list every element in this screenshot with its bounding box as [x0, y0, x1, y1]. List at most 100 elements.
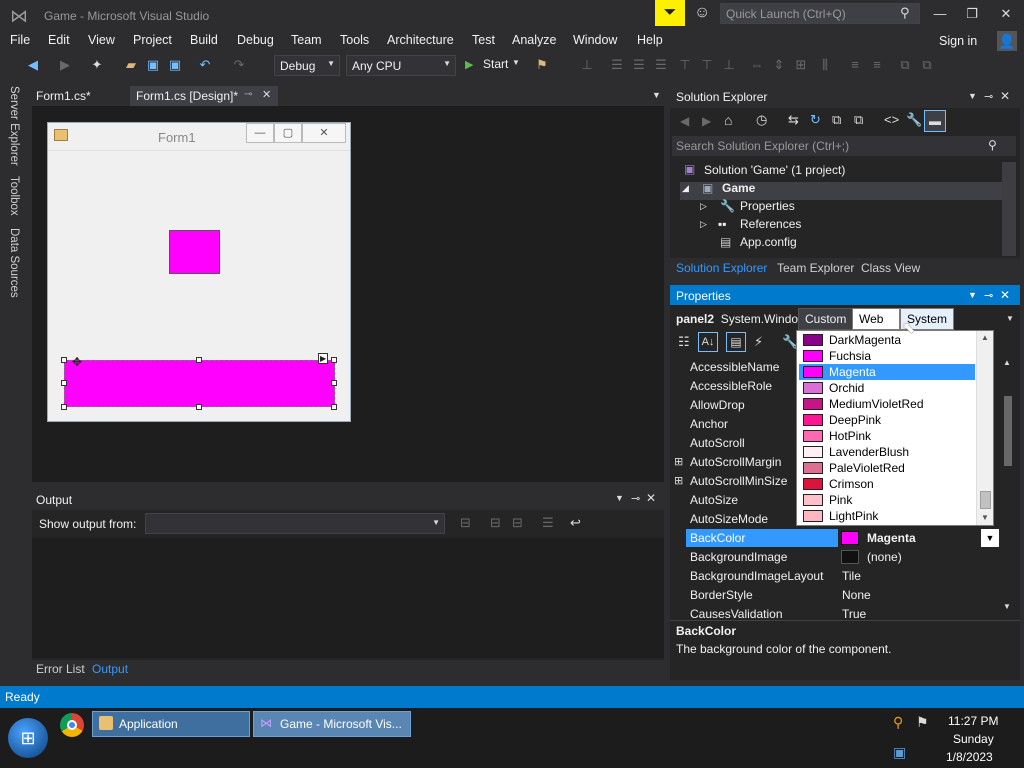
tree-item-references[interactable]: References [740, 217, 801, 231]
resize-handle[interactable] [331, 404, 337, 410]
sol-sync-icon[interactable]: ⇆ [788, 112, 799, 128]
resize-handle[interactable] [196, 357, 202, 363]
tab-form1-design[interactable]: Form1.cs [Design]* ⊸ ✕ [130, 86, 278, 106]
tab-output[interactable]: Output [92, 662, 128, 676]
sol-preview-icon[interactable]: ▬ [924, 110, 946, 132]
minimize-icon[interactable]: — [926, 4, 954, 24]
sol-back-icon[interactable]: ◀ [680, 114, 689, 128]
expand-properties-icon[interactable]: ▷ [700, 201, 707, 212]
background-image-value[interactable]: (none) [867, 550, 902, 564]
menu-help[interactable]: Help [637, 33, 663, 47]
prop-background-image[interactable]: BackgroundImage [690, 550, 787, 564]
network-tray-icon[interactable]: ▣ [893, 744, 906, 761]
panel2-selected[interactable] [64, 360, 335, 407]
tab-class-view[interactable]: Class View [861, 261, 920, 275]
border-style-value[interactable]: None [842, 588, 871, 602]
menu-build[interactable]: Build [190, 33, 218, 47]
start-play-icon[interactable]: ▶ [465, 58, 473, 71]
expand-auto-scroll-margin-icon[interactable]: ⊞ [674, 455, 683, 468]
menu-tools[interactable]: Tools [340, 33, 369, 47]
align-lefts-icon[interactable]: ☰ [608, 56, 626, 74]
sol-close-icon[interactable]: ✕ [1000, 89, 1010, 103]
object-dropdown-icon[interactable]: ▼ [1006, 314, 1014, 323]
prop-auto-size[interactable]: AutoSize [690, 493, 738, 507]
sol-home-icon[interactable]: ⌂ [724, 112, 732, 128]
menu-debug[interactable]: Debug [237, 33, 274, 47]
output-source-select[interactable]: ▼ [145, 513, 445, 534]
tab-close-icon[interactable]: ✕ [262, 88, 271, 101]
sol-menu-icon[interactable]: ▼ [968, 91, 977, 101]
taskbar-application[interactable]: Application [92, 711, 250, 737]
redo-icon[interactable]: ↷ [230, 56, 248, 74]
smart-tag-icon[interactable]: ▶ [318, 353, 329, 364]
sol-properties-icon[interactable]: 🔧 [906, 112, 922, 128]
tab-server-explorer[interactable]: Server Explorer [8, 86, 20, 166]
categorized-icon[interactable]: ☷ [678, 334, 690, 350]
sol-scrollbar[interactable] [1002, 162, 1016, 256]
flag-tray-icon[interactable]: ⚑ [916, 714, 929, 731]
user-avatar-icon[interactable]: 👤 [997, 31, 1017, 51]
color-item[interactable]: Pink [799, 492, 975, 508]
prop-auto-size-mode[interactable]: AutoSizeMode [690, 512, 768, 526]
next-message-icon[interactable]: ⊟ [512, 515, 523, 531]
props-close-icon[interactable]: ✕ [1000, 288, 1010, 302]
prop-accessible-name[interactable]: AccessibleName [690, 360, 779, 374]
color-item[interactable]: Orchid [799, 380, 975, 396]
center-horizontally-icon[interactable]: ≡ [868, 56, 886, 74]
windows-start-icon[interactable]: ⊞ [8, 718, 48, 758]
expand-game-icon[interactable]: ◢ [682, 183, 689, 194]
tab-form1-cs[interactable]: Form1.cs* [30, 86, 97, 106]
sol-refresh-icon[interactable]: ↻ [810, 112, 821, 128]
word-wrap-icon[interactable]: ↩ [570, 515, 581, 531]
prop-causes-validation[interactable]: CausesValidation [690, 607, 783, 619]
sign-in-link[interactable]: Sign in [939, 34, 977, 48]
color-tab-custom[interactable]: Custom [798, 308, 854, 330]
start-button[interactable]: Start [483, 57, 508, 71]
solution-search-input[interactable]: Search Solution Explorer (Ctrl+;) [672, 136, 1016, 156]
tab-data-sources[interactable]: Data Sources [8, 228, 20, 298]
resize-handle[interactable] [61, 357, 67, 363]
sol-pin-icon[interactable]: ⊸ [984, 90, 993, 103]
color-list[interactable]: DarkMagenta Fuchsia Magenta Orchid Mediu… [796, 330, 994, 526]
horizontal-spacing-icon[interactable]: ⫼ [816, 56, 834, 74]
prop-background-image-layout[interactable]: BackgroundImageLayout [690, 569, 823, 583]
sol-collapse-icon[interactable]: ⧉ [832, 112, 841, 128]
resize-handle[interactable] [196, 404, 202, 410]
tab-toolbox[interactable]: Toolbox [8, 176, 20, 216]
backcolor-dropdown-icon[interactable]: ▼ [981, 529, 999, 547]
sol-view-code-icon[interactable]: <> [884, 112, 899, 127]
menu-project[interactable]: Project [133, 33, 172, 47]
new-project-icon[interactable]: ✦ [88, 56, 106, 74]
color-item[interactable]: LightPink [799, 508, 975, 524]
save-all-icon[interactable]: ▣ [166, 56, 184, 74]
expand-auto-scroll-min-size-icon[interactable]: ⊞ [674, 474, 683, 487]
restore-icon[interactable]: ❐ [958, 4, 986, 24]
tree-item-app-config[interactable]: App.config [740, 235, 797, 249]
find-message-icon[interactable]: ⊟ [460, 515, 471, 531]
align-tops-icon[interactable]: ⊤ [676, 56, 694, 74]
sol-search-icon[interactable]: ⚲ [988, 138, 997, 152]
prev-message-icon[interactable]: ⊟ [490, 515, 501, 531]
color-item[interactable]: Fuchsia [799, 348, 975, 364]
resize-handle[interactable] [331, 357, 337, 363]
move-grip-icon[interactable]: ✥ [72, 355, 82, 369]
prop-border-style[interactable]: BorderStyle [690, 588, 753, 602]
tree-item-properties[interactable]: Properties [740, 199, 795, 213]
color-scroll-thumb[interactable] [980, 491, 991, 509]
properties-view-icon[interactable]: ▤ [726, 332, 746, 352]
background-image-layout-value[interactable]: Tile [842, 569, 861, 583]
props-scrollbar[interactable]: ▲ ▼ [1000, 356, 1016, 614]
menu-test[interactable]: Test [472, 33, 495, 47]
tab-team-explorer[interactable]: Team Explorer [777, 261, 854, 275]
prop-allow-drop[interactable]: AllowDrop [690, 398, 745, 412]
props-scroll-down-icon[interactable]: ▼ [1003, 602, 1011, 611]
panel1[interactable] [169, 230, 220, 274]
color-scroll-down-icon[interactable]: ▼ [981, 513, 989, 522]
backcolor-value[interactable]: Magenta [867, 531, 916, 545]
output-menu-icon[interactable]: ▼ [615, 493, 624, 503]
color-list-scrollbar[interactable]: ▲ ▼ [976, 331, 993, 525]
menu-analyze[interactable]: Analyze [512, 33, 556, 47]
color-item[interactable]: DeepPink [799, 412, 975, 428]
browser-link-icon[interactable]: ⚑ [533, 56, 551, 74]
props-menu-icon[interactable]: ▼ [968, 290, 977, 300]
